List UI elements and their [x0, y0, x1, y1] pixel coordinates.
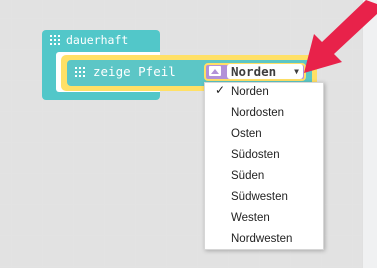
- dropdown-option-nordwesten[interactable]: Nordwesten: [231, 230, 292, 248]
- image-icon: [209, 66, 221, 76]
- option-label: Nordwesten: [231, 233, 293, 245]
- dropdown-option-suedwesten[interactable]: Südwesten: [231, 188, 288, 206]
- grid-icon: [50, 35, 60, 45]
- direction-dropdown-menu: Norden ✓ Nordosten Osten Südosten Süden …: [204, 82, 324, 250]
- grid-icon: [75, 66, 85, 77]
- option-label: Norden: [231, 86, 269, 98]
- dauerhaft-block-header: dauerhaft: [50, 33, 128, 47]
- option-label: Nordosten: [231, 107, 285, 119]
- dropdown-option-westen[interactable]: Westen: [231, 209, 270, 227]
- option-label: Südwesten: [231, 191, 288, 203]
- dropdown-option-suedosten[interactable]: Südosten: [231, 146, 280, 164]
- dauerhaft-label: dauerhaft: [66, 33, 129, 47]
- option-label: Osten: [231, 128, 262, 140]
- red-arrow-shape: [304, 0, 377, 73]
- dropdown-option-norden[interactable]: Norden: [231, 83, 269, 101]
- option-label: Süden: [231, 170, 265, 182]
- direction-value: Norden: [231, 64, 277, 79]
- checkmark-icon: ✓: [215, 83, 226, 97]
- dropdown-option-nordosten[interactable]: Nordosten: [231, 104, 284, 122]
- dropdown-option-sueden[interactable]: Süden: [231, 167, 264, 185]
- option-label: Südosten: [231, 149, 280, 161]
- red-arrow-icon: [304, 0, 377, 73]
- option-label: Westen: [231, 212, 270, 224]
- zeige-pfeil-header: zeige Pfeil: [75, 64, 176, 79]
- dropdown-option-osten[interactable]: Osten: [231, 125, 262, 143]
- zeige-pfeil-label: zeige Pfeil: [93, 64, 176, 79]
- direction-dropdown-field[interactable]: Norden ▼: [227, 64, 303, 79]
